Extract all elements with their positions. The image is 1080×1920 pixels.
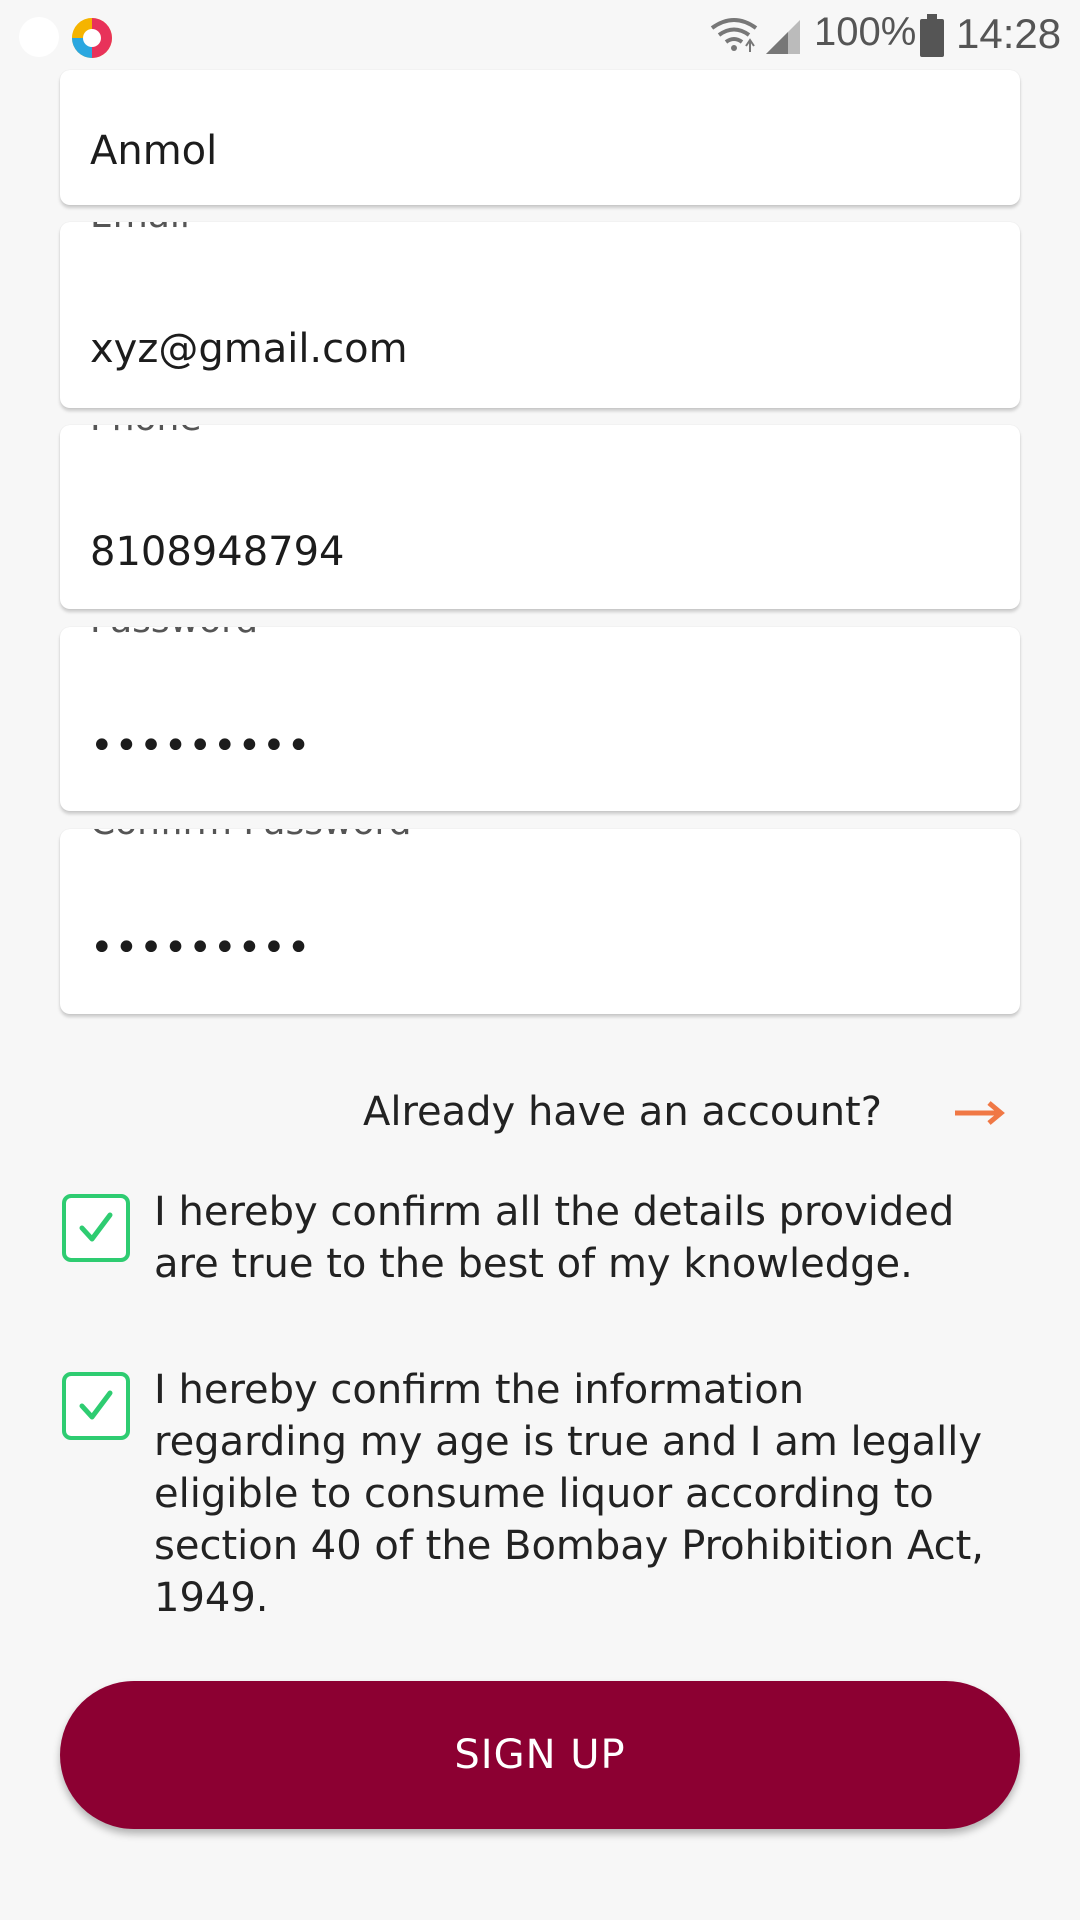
- login-link-label[interactable]: Already have an account?: [363, 1089, 882, 1135]
- phone-value: 8108948794: [90, 529, 345, 575]
- name-value: Anmol: [90, 128, 218, 174]
- password-field[interactable]: Password •••••••••: [60, 627, 1020, 811]
- consent-age: I hereby confirm the information regardi…: [62, 1367, 1022, 1632]
- email-field[interactable]: Email xyz@gmail.com: [60, 222, 1020, 408]
- sign-up-button[interactable]: SIGN UP: [60, 1681, 1020, 1829]
- check-icon: [79, 1390, 113, 1420]
- consent-age-checkbox[interactable]: [62, 1372, 130, 1440]
- login-link[interactable]: Already have an account?: [360, 1085, 1020, 1145]
- check-icon: [79, 1212, 113, 1242]
- confirm-password-field[interactable]: Confirm Password •••••••••: [60, 829, 1020, 1014]
- consent-details-text: I hereby confirm all the details provide…: [154, 1189, 955, 1287]
- phone-label: Phone: [90, 425, 202, 439]
- phone-field[interactable]: Phone 8108948794: [60, 425, 1020, 609]
- confirm-password-value: •••••••••: [90, 925, 312, 971]
- confirm-password-label: Confirm Password: [90, 829, 412, 843]
- notification-dot-icon: [19, 17, 59, 57]
- password-value: •••••••••: [90, 723, 312, 769]
- battery-icon: [920, 14, 944, 57]
- email-value: xyz@gmail.com: [90, 326, 408, 372]
- password-label: Password: [90, 627, 258, 641]
- consent-details-checkbox[interactable]: [62, 1194, 130, 1262]
- consent-age-text: I hereby confirm the information regardi…: [154, 1367, 984, 1621]
- email-label: Email: [90, 222, 190, 236]
- consent-details: I hereby confirm all the details provide…: [62, 1189, 1022, 1354]
- arrow-right-icon[interactable]: [953, 1099, 1005, 1127]
- wifi-icon: [710, 18, 758, 52]
- name-field[interactable]: Anmol: [60, 70, 1020, 205]
- signal-icon: [766, 20, 800, 54]
- battery-percentage: 100%: [814, 10, 917, 54]
- app-logo-icon: [72, 18, 112, 58]
- status-bar: 100% 14:28: [0, 0, 1080, 72]
- clock: 14:28: [956, 10, 1062, 57]
